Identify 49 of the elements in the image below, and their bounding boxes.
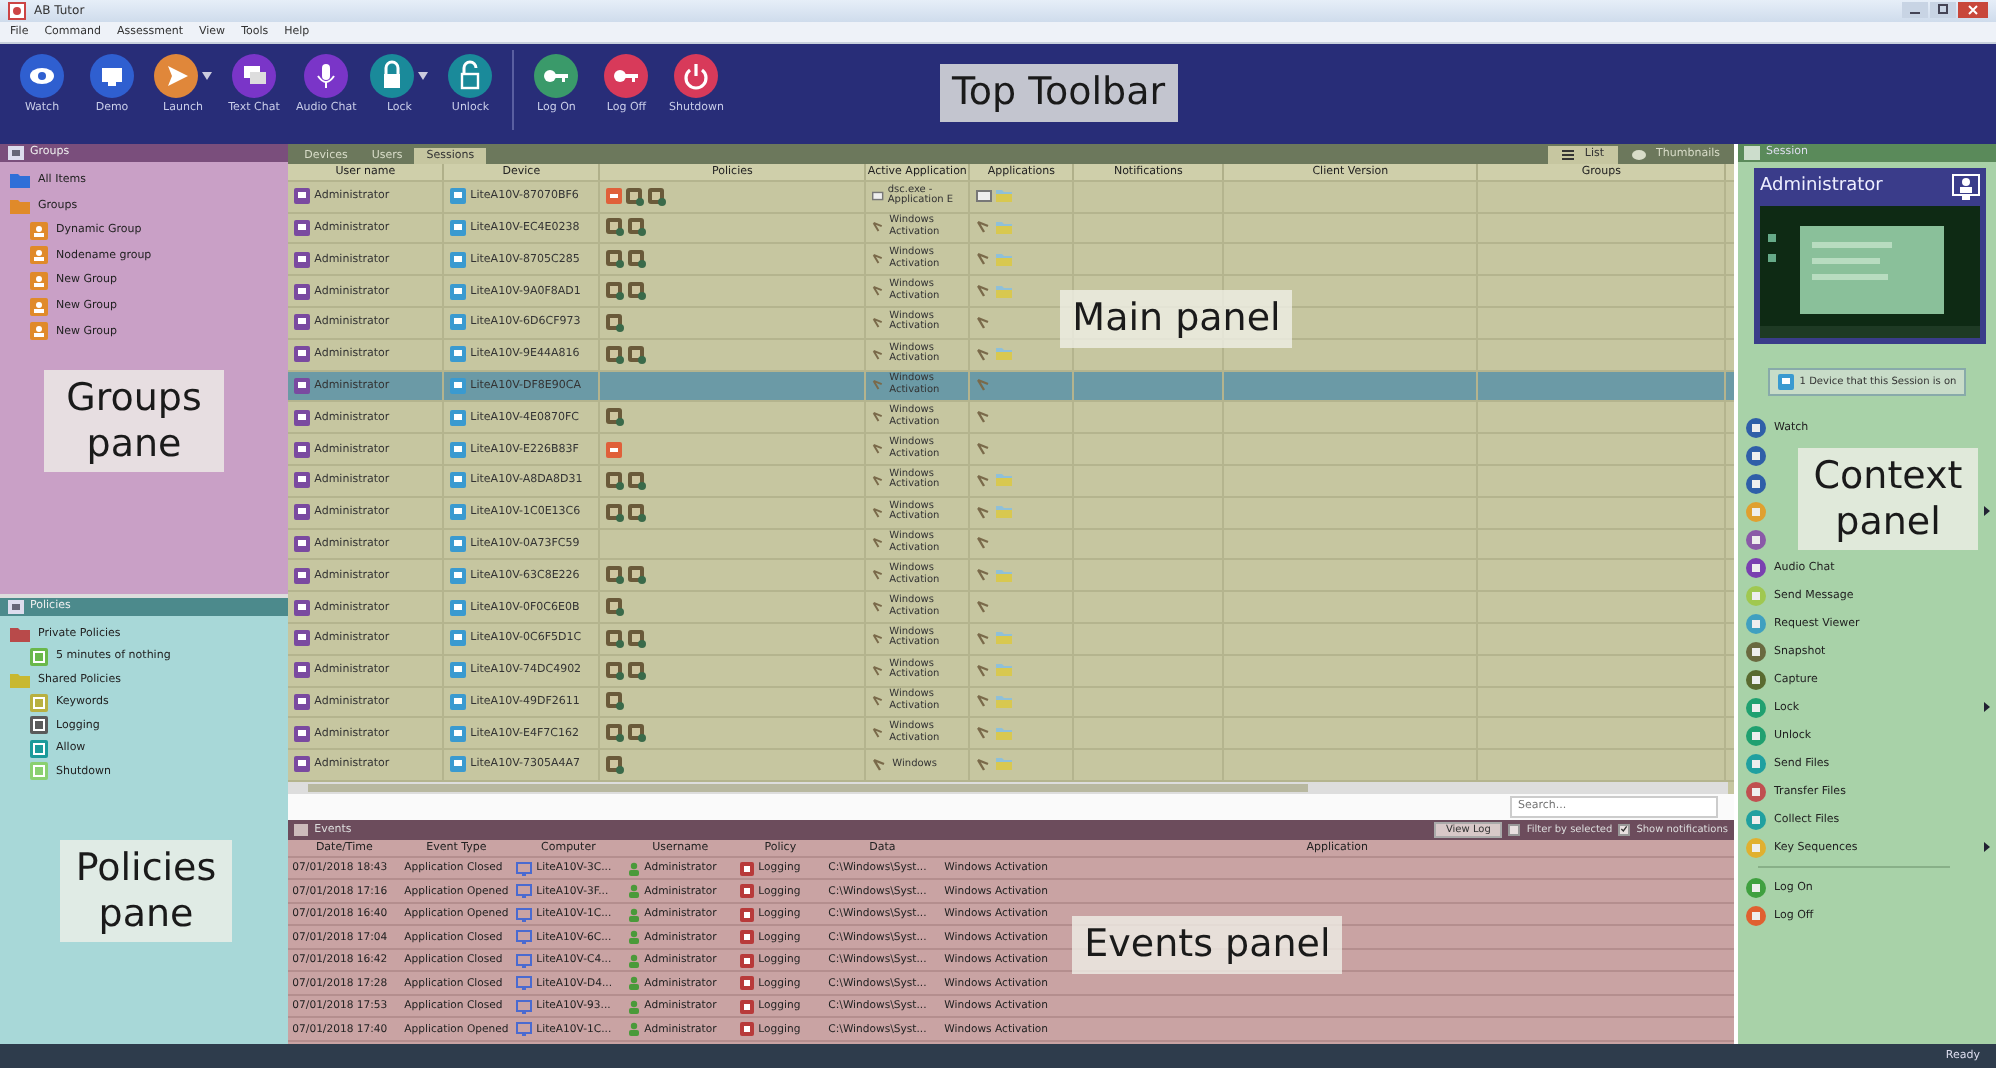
block-icon bbox=[606, 188, 623, 205]
folder-icon bbox=[996, 190, 1013, 203]
caret-icon[interactable] bbox=[418, 71, 429, 80]
menu-item[interactable] bbox=[1746, 529, 1766, 550]
person-icon bbox=[628, 884, 641, 898]
app-icon bbox=[8, 1, 26, 20]
card-title: Administrator bbox=[1760, 176, 1883, 197]
eye-icon bbox=[1632, 149, 1647, 160]
menu-item[interactable] bbox=[1746, 445, 1766, 466]
folder-icon bbox=[996, 664, 1013, 677]
annotation-label: Events panel bbox=[1072, 915, 1343, 974]
submenu-arrow-icon[interactable] bbox=[1984, 702, 1990, 713]
folder-icon bbox=[996, 695, 1013, 708]
maximize-icon[interactable] bbox=[1930, 2, 1956, 19]
checkbox[interactable] bbox=[1618, 823, 1631, 836]
person-icon bbox=[628, 999, 641, 1013]
person-icon bbox=[628, 907, 641, 921]
person-icon bbox=[628, 930, 641, 944]
submenu-arrow-icon[interactable] bbox=[1984, 506, 1990, 517]
folder-icon bbox=[996, 632, 1013, 645]
block-icon bbox=[606, 441, 623, 458]
folder-icon bbox=[996, 506, 1013, 519]
person-icon bbox=[628, 861, 641, 875]
checkbox[interactable] bbox=[1508, 823, 1521, 836]
window-icon bbox=[976, 190, 993, 203]
folder-icon bbox=[996, 474, 1013, 487]
folder-icon bbox=[996, 253, 1013, 266]
annotation-label: Groups pane bbox=[44, 369, 224, 473]
folder-icon bbox=[996, 569, 1013, 582]
minimize-icon[interactable] bbox=[1902, 2, 1928, 19]
annotation-label: Context panel bbox=[1798, 447, 1978, 551]
person-icon bbox=[628, 976, 641, 990]
annotation-label: Policies pane bbox=[60, 839, 232, 943]
folder-icon bbox=[996, 758, 1013, 771]
folder-icon bbox=[996, 727, 1013, 740]
person-icon bbox=[628, 953, 641, 967]
session-card[interactable]: Administrator bbox=[1754, 167, 1986, 344]
menu-item[interactable] bbox=[1746, 473, 1766, 494]
caret-icon[interactable] bbox=[202, 71, 212, 80]
person-icon bbox=[628, 1022, 641, 1036]
folder-icon bbox=[996, 221, 1013, 234]
folder-icon bbox=[996, 348, 1013, 361]
submenu-arrow-icon[interactable] bbox=[1984, 842, 1990, 853]
annotation-label: Main panel bbox=[1060, 289, 1293, 348]
window-icon bbox=[872, 190, 884, 203]
user-screen-icon bbox=[1952, 173, 1980, 200]
folder-icon bbox=[996, 285, 1013, 298]
annotation-label: Top Toolbar bbox=[940, 63, 1178, 122]
close-icon[interactable] bbox=[1958, 2, 1988, 19]
